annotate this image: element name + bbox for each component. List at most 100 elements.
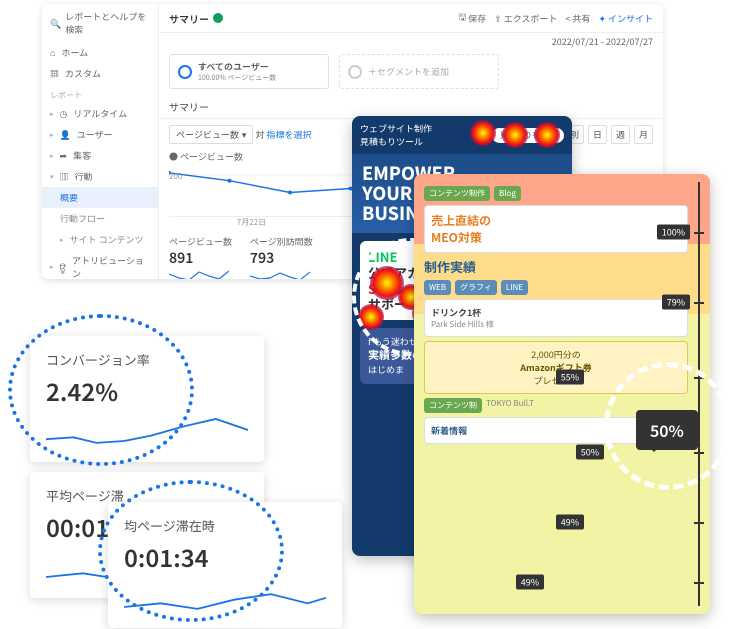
nav-behavior-overview-label: 概要: [60, 191, 78, 204]
section-works: 制作実績: [424, 257, 688, 276]
acquisition-icon: ➦: [60, 149, 68, 162]
chip-line[interactable]: LINE: [501, 280, 528, 295]
share-button[interactable]: <共有: [565, 12, 590, 25]
page-title-text: サマリー: [169, 11, 209, 26]
x-tick-1: 7月22日: [237, 217, 266, 228]
date-range[interactable]: 2022/07/21 - 2022/07/27: [552, 35, 653, 48]
segment-row: すべてのユーザー 100.00% ページビュー数 ＋セグメントを追加: [159, 48, 663, 95]
chip-row-2: WEB グラフィ LINE: [424, 280, 688, 295]
chevron-right-icon: ▸: [50, 262, 54, 272]
chip-blog[interactable]: Blog: [494, 186, 521, 201]
save-button[interactable]: 🖫保存: [458, 10, 486, 26]
hero-line3: BUSIN: [362, 200, 419, 226]
insight-label: インサイト: [608, 12, 653, 25]
chip-content2[interactable]: コンテンツ制: [424, 398, 482, 413]
chip-row-1: コンテンツ制作 Blog: [424, 186, 688, 201]
time-month[interactable]: 月: [634, 125, 653, 144]
news-title: 新着情報: [431, 424, 467, 437]
callout-50: 50%: [636, 410, 698, 450]
user-icon: 👤: [60, 128, 71, 141]
nav-home-label: ホーム: [61, 46, 88, 59]
nav-attribution[interactable]: ▸ ਊ アトリビューション: [42, 250, 158, 279]
segment-all-users[interactable]: すべてのユーザー 100.00% ページビュー数: [169, 54, 329, 89]
metric-visits-label: ページ別訪問数: [250, 235, 313, 248]
export-button[interactable]: ⇪エクスポート: [494, 12, 557, 25]
custom-icon: ▦: [50, 67, 59, 80]
behavior-icon: ▥: [60, 170, 69, 183]
nav-acquisition-label: 集客: [73, 149, 91, 162]
nav-behavior-overview[interactable]: 概要: [42, 187, 158, 208]
segment-add-ring-icon: [348, 65, 362, 79]
nav-attribution-label: アトリビューション: [72, 254, 150, 279]
scroll-tick: [694, 522, 704, 524]
compare-metric[interactable]: 指標を選択: [266, 128, 311, 141]
work-item-drink[interactable]: ドリンク1杯 Park Side Hills 様: [424, 299, 688, 337]
attribution-icon: ਊ: [60, 261, 67, 274]
page-title: サマリー: [169, 11, 223, 26]
time-week[interactable]: 週: [611, 125, 630, 144]
scroll-tick: [694, 377, 704, 379]
chevron-down-icon: ▾: [50, 172, 54, 182]
metric-pv-label: ページビュー数: [169, 235, 232, 248]
phone-scroll-heatmap: コンテンツ制作 Blog 売上直結の MEO対策 制作実績 WEB グラフィ L…: [414, 174, 710, 614]
chart-title-text: ページビュー数: [180, 150, 243, 163]
voucher-card[interactable]: 2,000円分の Amazonギフト券 プレゼント: [424, 341, 688, 394]
nav-home[interactable]: ⌂ ホーム: [42, 42, 158, 63]
toolbar: 🖫保存 ⇪エクスポート <共有 ✦インサイト: [458, 10, 653, 26]
chip-graphic[interactable]: グラフィ: [455, 280, 497, 295]
scroll-100: 100%: [657, 225, 690, 240]
segment-add[interactable]: ＋セグメントを追加: [339, 54, 499, 89]
scroll-tick: [694, 452, 704, 454]
segment-ring-icon: [178, 65, 192, 79]
export-label: エクスポート: [504, 12, 558, 25]
nav-behavior[interactable]: ▾ ▥ 行動: [42, 166, 158, 187]
metric-visits-value: 793: [250, 248, 313, 268]
y-tick-200: 200: [169, 171, 182, 182]
phone-header: ウェブサイト制作 見積もりツール 見積もりをする: [352, 116, 572, 154]
phone-header-line1: ウェブサイト制作: [360, 122, 432, 135]
segment-add-label: ＋セグメントを追加: [368, 65, 449, 78]
insight-icon: ✦: [598, 12, 606, 25]
metric-pv-value: 891: [169, 248, 232, 268]
nav-acquisition[interactable]: ▸ ➦ 集客: [42, 145, 158, 166]
clock-icon: ◷: [60, 107, 68, 120]
segment-all-sub: 100.00% ページビュー数: [198, 73, 276, 83]
analytics-sidebar: 🔍 レポートとヘルプを検索 ⌂ホーム ▦カスタム レポート ▸◷リアルタイム ▸…: [42, 4, 159, 279]
metric-visits[interactable]: ページ別訪問数 793: [250, 235, 313, 279]
nav-section-reports: レポート: [42, 84, 158, 103]
sparkline-icon: [250, 268, 310, 279]
chip-web[interactable]: WEB: [424, 280, 451, 295]
meo-line1: 売上直結の: [431, 212, 681, 229]
scroll-tick: [694, 582, 704, 584]
home-icon: ⌂: [50, 46, 55, 59]
nav-site-content[interactable]: ▸サイト コンテンツ: [42, 229, 158, 250]
chip-content[interactable]: コンテンツ制作: [424, 186, 490, 201]
meo-card[interactable]: 売上直結の MEO対策: [424, 205, 688, 253]
nav-user[interactable]: ▸👤ユーザー: [42, 124, 158, 145]
estimate-button[interactable]: 見積もりをする: [492, 128, 564, 143]
chevron-right-icon: ▸: [50, 151, 54, 161]
metric-pageviews[interactable]: ページビュー数 891: [169, 235, 232, 279]
analytics-topbar: サマリー 🖫保存 ⇪エクスポート <共有 ✦インサイト: [159, 4, 663, 33]
chevron-right-icon: ▸: [50, 109, 54, 119]
scroll-55: 55%: [556, 370, 584, 385]
search-icon: 🔍: [50, 17, 61, 30]
sidebar-search[interactable]: 🔍 レポートとヘルプを検索: [42, 10, 158, 42]
nav-behavior-flow[interactable]: 行動フロー: [42, 208, 158, 229]
metric-selector[interactable]: ページビュー数▾: [169, 125, 253, 144]
nav-behavior-label: 行動: [75, 170, 93, 183]
phone-header-line2: 見積もりツール: [360, 135, 423, 148]
insight-button[interactable]: ✦インサイト: [598, 12, 653, 25]
share-icon: <: [565, 12, 570, 25]
share-label: 共有: [572, 12, 590, 25]
segment-all-label: すべてのユーザー: [198, 60, 276, 73]
nav-realtime[interactable]: ▸◷リアルタイム: [42, 103, 158, 124]
time-day[interactable]: 日: [588, 125, 607, 144]
nav-custom[interactable]: ▦カスタム: [42, 63, 158, 84]
meo-line2: MEO対策: [431, 229, 681, 246]
scroll-49b: 49%: [516, 575, 544, 590]
scroll-track: [698, 182, 700, 606]
nav-behavior-flow-label: 行動フロー: [60, 212, 105, 225]
nav-user-label: ユーザー: [77, 128, 113, 141]
sns-foot: はじめま: [368, 363, 404, 376]
